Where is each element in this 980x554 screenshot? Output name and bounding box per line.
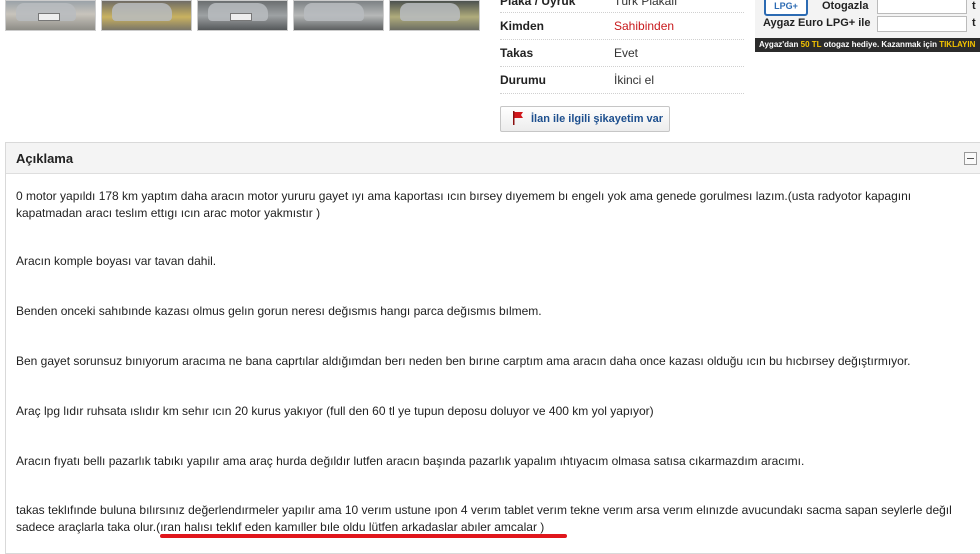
detail-row: Kimden Sahibinden — [500, 13, 744, 40]
report-listing-button[interactable]: İlan ile ilgili şikayetim var — [500, 106, 670, 132]
highlight-underline — [160, 534, 567, 538]
listing-details: Plaka / Uyruk Türk Plakalı Kimden Sahibi… — [500, 0, 744, 94]
description-paragraph: Aracın komple boyası var tavan dahil. — [16, 254, 217, 268]
ad-cta-link[interactable]: TIKLAYIN — [939, 40, 975, 49]
ad-line-2: Aygaz Euro LPG+ ile — [763, 17, 871, 29]
ad-input-2 — [877, 16, 967, 32]
detail-label: Takas — [500, 46, 534, 60]
detail-row: Takas Evet — [500, 40, 744, 67]
description-paragraph: Araç lpg lıdır ruhsata ıslıdır km sehır … — [16, 404, 654, 418]
car-photo-thumbnail[interactable] — [293, 0, 384, 31]
description-header: Açıklama — [6, 143, 980, 174]
ad-tail-2: t — [972, 17, 976, 29]
detail-value: Evet — [614, 46, 639, 60]
detail-row: Plaka / Uyruk Türk Plakalı — [500, 0, 744, 13]
description-paragraph: Ben gayet sorunsuz bınıyorum aracıma ne … — [16, 354, 911, 368]
car-photo-thumbnail[interactable] — [101, 0, 192, 31]
ad-promo-amount: 50 TL — [800, 40, 822, 49]
description-title: Açıklama — [16, 151, 74, 166]
car-photo-thumbnail[interactable] — [389, 0, 480, 31]
photo-thumbnails — [0, 0, 480, 31]
detail-label: Kimden — [500, 19, 545, 33]
detail-label: Durumu — [500, 73, 546, 87]
description-paragraph: takas teklıfınde buluna bılırsınız değer… — [16, 503, 952, 534]
ad-input-1 — [877, 0, 967, 14]
detail-label: Plaka / Uyruk — [500, 0, 576, 8]
detail-value: Sahibinden — [614, 19, 675, 33]
ad-tail-1: t — [972, 0, 976, 12]
description-paragraph: 0 motor yapıldı 178 km yaptım daha aracı… — [16, 189, 912, 220]
lpg-logo: LPG+ — [764, 0, 808, 16]
detail-row: Durumu İkinci el — [500, 67, 744, 94]
detail-value: İkinci el — [614, 73, 655, 87]
car-photo-thumbnail[interactable] — [5, 0, 96, 31]
collapse-icon[interactable] — [964, 152, 977, 165]
description-paragraph: Benden onceki sahıbınde kazası olmus gel… — [16, 304, 542, 318]
ad-line-1: Otogazla — [822, 0, 869, 12]
report-listing-label: İlan ile ilgili şikayetim var — [531, 113, 664, 125]
detail-value: Türk Plakalı — [614, 0, 678, 8]
ad-promo-text: Aygaz'dan 50 TL otogaz hediye. Kazanmak … — [759, 40, 976, 49]
description-paragraph: Aracın fıyatı bellı pazarlık tabıkı yapı… — [16, 454, 805, 468]
flag-icon — [513, 111, 523, 125]
lpg-advertisement[interactable]: LPG+ Otogazla Aygaz Euro LPG+ ile t t Ay… — [755, 0, 980, 52]
car-photo-thumbnail[interactable] — [197, 0, 288, 31]
